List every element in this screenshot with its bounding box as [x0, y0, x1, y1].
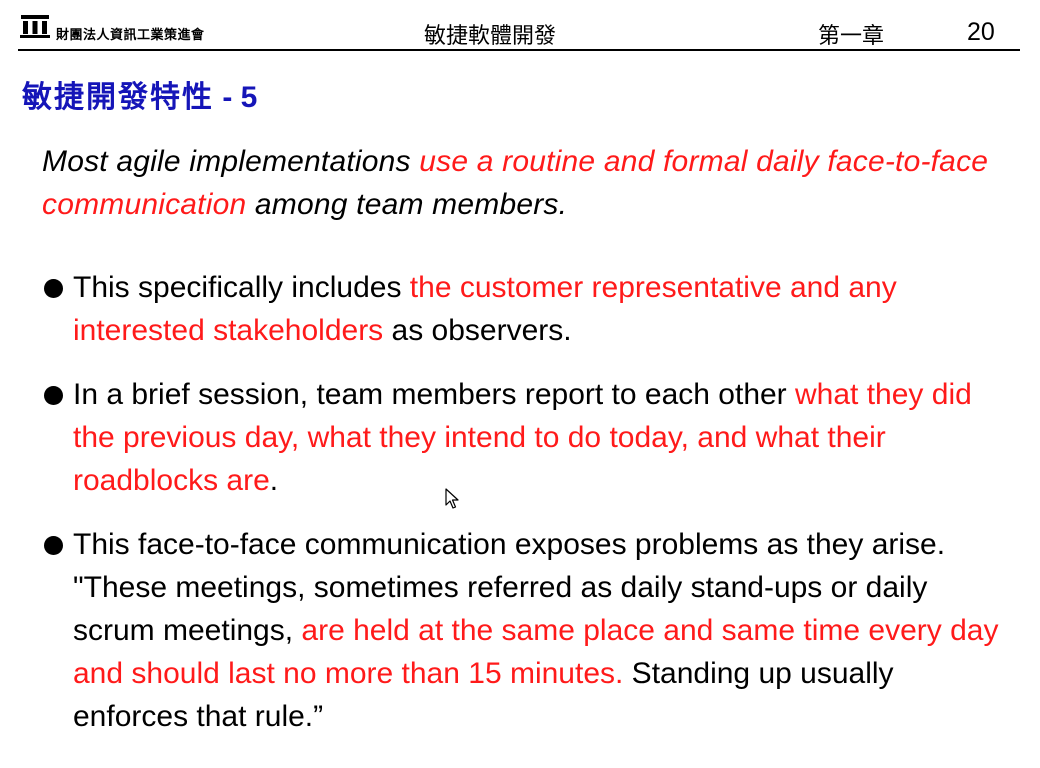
bullet-segment: This specifically includes	[73, 271, 410, 304]
course-title: 敏捷軟體開發	[424, 24, 557, 49]
institute-building-icon	[20, 15, 50, 38]
intro-segment: Most agile implementations	[42, 145, 420, 178]
bullet-text: In a brief session, team members report …	[73, 373, 1016, 502]
bullet-segment: .	[269, 464, 279, 497]
bullet-dot-icon	[44, 386, 63, 405]
page-number: 20	[967, 18, 995, 46]
bullet-dot-icon	[44, 279, 63, 298]
bullet-dot-icon	[44, 536, 63, 555]
organization-name: 財團法人資訊工業策進會	[56, 28, 205, 43]
slide-title-number: - 5	[214, 81, 258, 114]
slide-title-text: 敏捷開發特性	[22, 80, 214, 115]
bullet-text: This face-to-face communication exposes …	[73, 523, 1016, 738]
bullet-segment: In a brief session, team members report …	[73, 378, 796, 411]
bullet-text: This specifically includes the customer …	[73, 266, 1016, 352]
bullet-item: This face-to-face communication exposes …	[44, 523, 1016, 738]
mouse-pointer-icon	[445, 488, 459, 509]
header-divider	[18, 49, 1020, 51]
bullet-item: In a brief session, team members report …	[44, 373, 1016, 502]
slide-title: 敏捷開發特性 - 5	[22, 72, 257, 116]
intro-paragraph: Most agile implementations use a routine…	[42, 140, 1002, 226]
bullet-item: This specifically includes the customer …	[44, 266, 1016, 352]
chapter-label: 第一章	[818, 24, 885, 49]
slide-header: 財團法人資訊工業策進會 敏捷軟體開發 第一章 20	[0, 0, 1040, 52]
intro-segment: among team members.	[246, 188, 568, 221]
bullet-segment: as observers.	[383, 314, 572, 347]
